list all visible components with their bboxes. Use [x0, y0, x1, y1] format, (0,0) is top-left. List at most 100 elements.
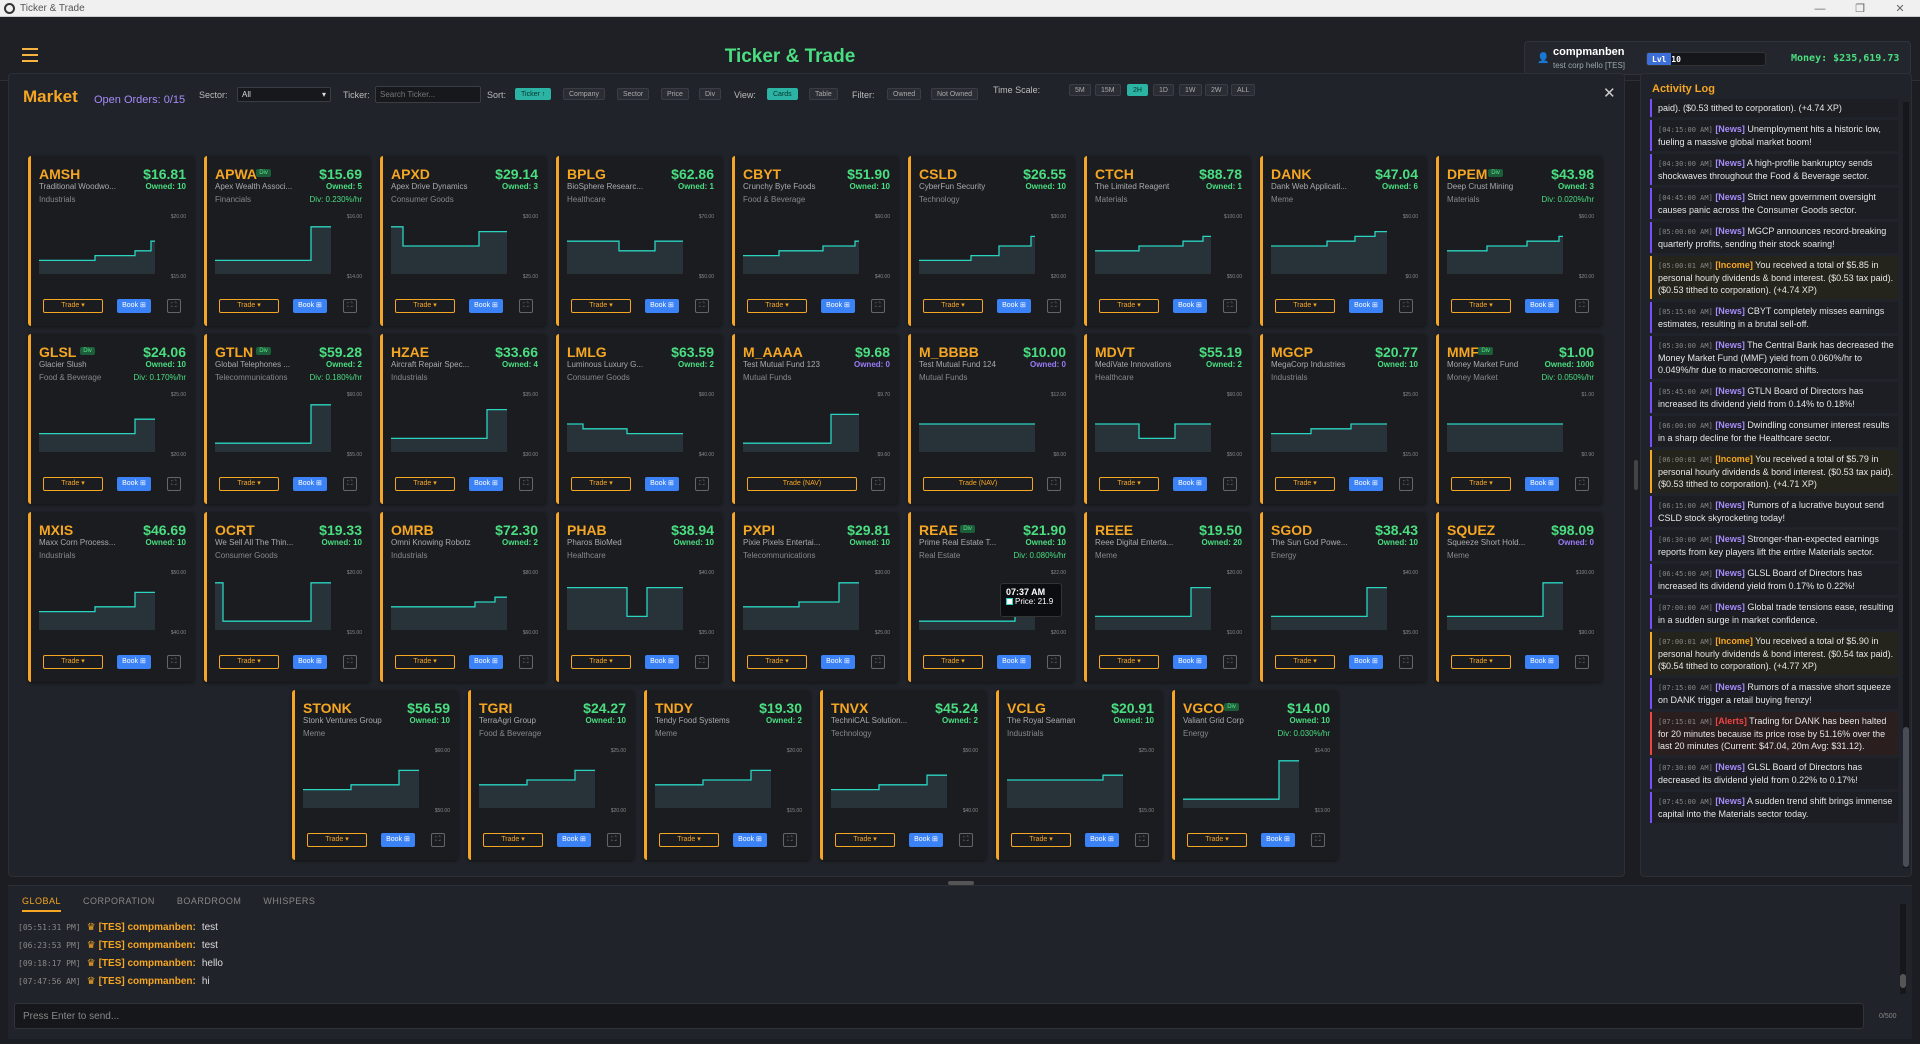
- trade-button[interactable]: Trade ▾: [43, 477, 103, 491]
- stock-card[interactable]: DPEM Div $43.98 Deep Crust Mining Owned: 3 Ma…: [1436, 156, 1602, 326]
- stock-card[interactable]: BPLG $62.86 BioSphere Researc... Owned: 1 He…: [556, 156, 722, 326]
- order-book-button[interactable]: Book ⊞: [469, 655, 503, 669]
- stock-card[interactable]: VCLG $20.91 The Royal Seaman Owned: 10 Indus…: [996, 690, 1162, 860]
- price-sparkline[interactable]: [1095, 572, 1211, 630]
- stock-card[interactable]: PHAB $38.94 Pharos BioMed Owned: 10 Healthca…: [556, 512, 722, 682]
- price-sparkline[interactable]: [1095, 394, 1211, 452]
- order-book-button[interactable]: Book ⊞: [381, 833, 415, 847]
- expand-icon[interactable]: ⛶: [1399, 477, 1413, 491]
- price-sparkline[interactable]: [1271, 216, 1387, 274]
- timescale-1w-button[interactable]: 1W: [1179, 84, 1202, 96]
- stock-card[interactable]: DANK $47.04 Dank Web Applicati... Owned: 6 M…: [1260, 156, 1426, 326]
- price-sparkline[interactable]: [655, 750, 771, 808]
- price-sparkline[interactable]: [391, 216, 507, 274]
- expand-icon[interactable]: ⛶: [1047, 655, 1061, 669]
- expand-icon[interactable]: ⛶: [167, 299, 181, 313]
- stock-card[interactable]: GTLN Div $59.28 Global Telephones ... Owned:…: [204, 334, 370, 504]
- chat-author[interactable]: [TES] compmanben:: [99, 922, 196, 933]
- price-sparkline[interactable]: [1447, 394, 1563, 452]
- trade-button[interactable]: Trade ▾: [923, 655, 983, 669]
- expand-icon[interactable]: ⛶: [167, 477, 181, 491]
- order-book-button[interactable]: Book ⊞: [293, 477, 327, 491]
- price-sparkline[interactable]: [831, 750, 947, 808]
- order-book-button[interactable]: Book ⊞: [293, 655, 327, 669]
- sector-select[interactable]: All ▾: [237, 87, 331, 102]
- trade-button[interactable]: Trade ▾: [659, 833, 719, 847]
- sort-price-button[interactable]: Price: [661, 88, 689, 100]
- price-sparkline[interactable]: [215, 572, 331, 630]
- price-sparkline[interactable]: [1007, 750, 1123, 808]
- chat-author[interactable]: [TES] compmanben:: [99, 976, 196, 987]
- order-book-button[interactable]: Book ⊞: [997, 299, 1031, 313]
- order-book-button[interactable]: Book ⊞: [117, 299, 151, 313]
- stock-card[interactable]: TNDY $19.30 Tendy Food Systems Owned: 2 Meme…: [644, 690, 810, 860]
- order-book-button[interactable]: Book ⊞: [293, 299, 327, 313]
- stock-card[interactable]: MMF Div $1.00 Money Market Fund Owned: 1000 M…: [1436, 334, 1602, 504]
- chat-input[interactable]: Press Enter to send...: [14, 1003, 1864, 1029]
- stock-card[interactable]: M_AAAA $9.68 Test Mutual Fund 123 Owned: 0 M…: [732, 334, 898, 504]
- trade-nav-button[interactable]: Trade (NAV): [747, 477, 857, 491]
- trade-button[interactable]: Trade ▾: [1275, 477, 1335, 491]
- price-sparkline[interactable]: [215, 216, 331, 274]
- stock-card[interactable]: GLSL Div $24.06 Glacier Slush Owned: 10 Food …: [28, 334, 194, 504]
- price-sparkline[interactable]: [743, 394, 859, 452]
- order-book-button[interactable]: Book ⊞: [1261, 833, 1295, 847]
- expand-icon[interactable]: ⛶: [871, 655, 885, 669]
- stock-card[interactable]: CSLD $26.55 CyberFun Security Owned: 10 Tech…: [908, 156, 1074, 326]
- panel-resize-handle[interactable]: [1634, 460, 1638, 490]
- ticker-search-input[interactable]: Search Ticker...: [375, 86, 481, 103]
- price-sparkline[interactable]: [567, 216, 683, 274]
- price-sparkline[interactable]: [567, 394, 683, 452]
- price-sparkline[interactable]: [1447, 216, 1563, 274]
- expand-icon[interactable]: ⛶: [1575, 299, 1589, 313]
- expand-icon[interactable]: ⛶: [607, 833, 621, 847]
- expand-icon[interactable]: ⛶: [431, 833, 445, 847]
- tab-global[interactable]: GLOBAL: [22, 896, 62, 912]
- stock-card[interactable]: CBYT $51.90 Crunchy Byte Foods Owned: 10 Foo…: [732, 156, 898, 326]
- expand-icon[interactable]: ⛶: [783, 833, 797, 847]
- trade-button[interactable]: Trade ▾: [219, 299, 279, 313]
- stock-card[interactable]: TNVX $45.24 TechniCAL Solution... Owned: 2 T…: [820, 690, 986, 860]
- order-book-button[interactable]: Book ⊞: [1173, 299, 1207, 313]
- expand-icon[interactable]: ⛶: [871, 477, 885, 491]
- order-book-button[interactable]: Book ⊞: [821, 655, 855, 669]
- expand-icon[interactable]: ⛶: [343, 477, 357, 491]
- order-book-button[interactable]: Book ⊞: [821, 299, 855, 313]
- chat-author[interactable]: [TES] compmanben:: [99, 940, 196, 951]
- price-sparkline[interactable]: [479, 750, 595, 808]
- trade-button[interactable]: Trade ▾: [483, 833, 543, 847]
- expand-icon[interactable]: ⛶: [1399, 655, 1413, 669]
- trade-button[interactable]: Trade ▾: [571, 299, 631, 313]
- trade-button[interactable]: Trade ▾: [835, 833, 895, 847]
- expand-icon[interactable]: ⛶: [167, 655, 181, 669]
- trade-button[interactable]: Trade ▾: [307, 833, 367, 847]
- trade-button[interactable]: Trade ▾: [395, 477, 455, 491]
- expand-icon[interactable]: ⛶: [695, 477, 709, 491]
- stock-card[interactable]: APWA Div $15.69 Apex Wealth Associ... Owned:…: [204, 156, 370, 326]
- price-sparkline[interactable]: [1447, 572, 1563, 630]
- expand-icon[interactable]: ⛶: [1047, 299, 1061, 313]
- expand-icon[interactable]: ⛶: [343, 655, 357, 669]
- expand-icon[interactable]: ⛶: [1223, 655, 1237, 669]
- stock-card[interactable]: CTCH $88.78 The Limited Reagent Owned: 1 Mat…: [1084, 156, 1250, 326]
- activity-scrollbar-thumb[interactable]: [1903, 727, 1909, 867]
- order-book-button[interactable]: Book ⊞: [1173, 477, 1207, 491]
- trade-button[interactable]: Trade ▾: [1451, 299, 1511, 313]
- price-sparkline[interactable]: [567, 572, 683, 630]
- trade-button[interactable]: Trade ▾: [1187, 833, 1247, 847]
- timescale-2w-button[interactable]: 2W: [1205, 84, 1228, 96]
- order-book-button[interactable]: Book ⊞: [645, 299, 679, 313]
- order-book-button[interactable]: Book ⊞: [469, 477, 503, 491]
- trade-button[interactable]: Trade ▾: [1011, 833, 1071, 847]
- stock-card[interactable]: SQUEZ $98.09 Squeeze Short Hold... Owned: 0…: [1436, 512, 1602, 682]
- expand-icon[interactable]: ⛶: [1575, 477, 1589, 491]
- maximize-icon[interactable]: ❐: [1840, 0, 1880, 17]
- tab-whispers[interactable]: WHISPERS: [263, 896, 315, 912]
- tab-boardroom[interactable]: BOARDROOM: [177, 896, 242, 912]
- price-sparkline[interactable]: [1271, 394, 1387, 452]
- expand-icon[interactable]: ⛶: [1135, 833, 1149, 847]
- chat-scrollbar[interactable]: [1900, 904, 1906, 994]
- order-book-button[interactable]: Book ⊞: [1349, 299, 1383, 313]
- order-book-button[interactable]: Book ⊞: [1349, 477, 1383, 491]
- stock-card[interactable]: MGCP $20.77 MegaCorp Industries Owned: 10 In…: [1260, 334, 1426, 504]
